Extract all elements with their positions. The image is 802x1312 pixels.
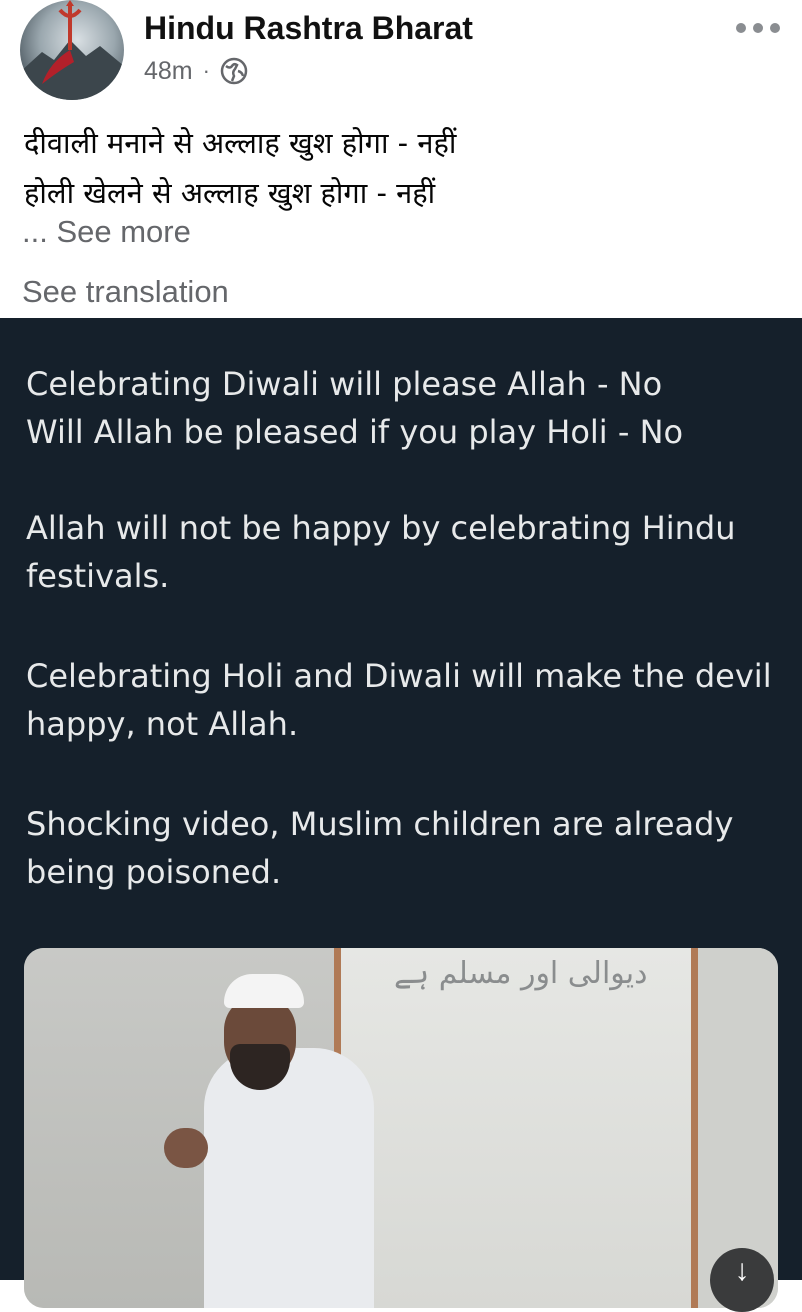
tweet-paragraph-1: Celebrating Diwali will please Allah - N… bbox=[26, 360, 796, 456]
post-time[interactable]: 48m bbox=[144, 57, 193, 86]
video-thumbnail[interactable]: دیوالی اور مسلم ہے bbox=[24, 948, 778, 1308]
tweet-paragraph-3: Celebrating Holi and Diwali will make th… bbox=[26, 657, 772, 743]
tweet-paragraph-4: Shocking video, Muslim children are alre… bbox=[26, 805, 734, 891]
post-meta: 48m · bbox=[144, 54, 248, 88]
caption-line-1: दीवाली मनाने से अल्लाह खुश होगा - नहीं bbox=[24, 126, 457, 160]
tweet-paragraph-2: Allah will not be happy by celebrating H… bbox=[26, 509, 736, 595]
see-more-link[interactable]: ... See more bbox=[22, 214, 191, 250]
globe-icon bbox=[220, 57, 248, 85]
whiteboard bbox=[334, 948, 698, 1308]
page-name[interactable]: Hindu Rashtra Bharat bbox=[144, 10, 473, 47]
speaker-hand bbox=[164, 1128, 208, 1168]
page-avatar[interactable] bbox=[20, 0, 124, 100]
post-header: Hindu Rashtra Bharat 48m · bbox=[0, 0, 802, 110]
see-translation-link[interactable]: See translation bbox=[22, 274, 229, 310]
whiteboard-writing: دیوالی اور مسلم ہے bbox=[394, 956, 648, 991]
speaker-cap bbox=[224, 974, 304, 1008]
shared-tweet-screenshot[interactable]: Celebrating Diwali will please Allah - N… bbox=[0, 318, 802, 1312]
download-icon[interactable]: ↓ bbox=[710, 1248, 774, 1312]
tweet-line-2: Will Allah be pleased if you play Holi -… bbox=[26, 413, 684, 451]
more-options-icon[interactable] bbox=[736, 16, 780, 40]
post-caption: दीवाली मनाने से अल्लाह खुश होगा - नहीं ह… bbox=[24, 118, 784, 218]
speaker-figure bbox=[204, 1048, 374, 1308]
meta-separator: · bbox=[202, 58, 210, 83]
tweet-line-1: Celebrating Diwali will please Allah - N… bbox=[26, 365, 663, 403]
caption-line-2: होली खेलने से अल्लाह खुश होगा - नहीं bbox=[24, 176, 436, 210]
